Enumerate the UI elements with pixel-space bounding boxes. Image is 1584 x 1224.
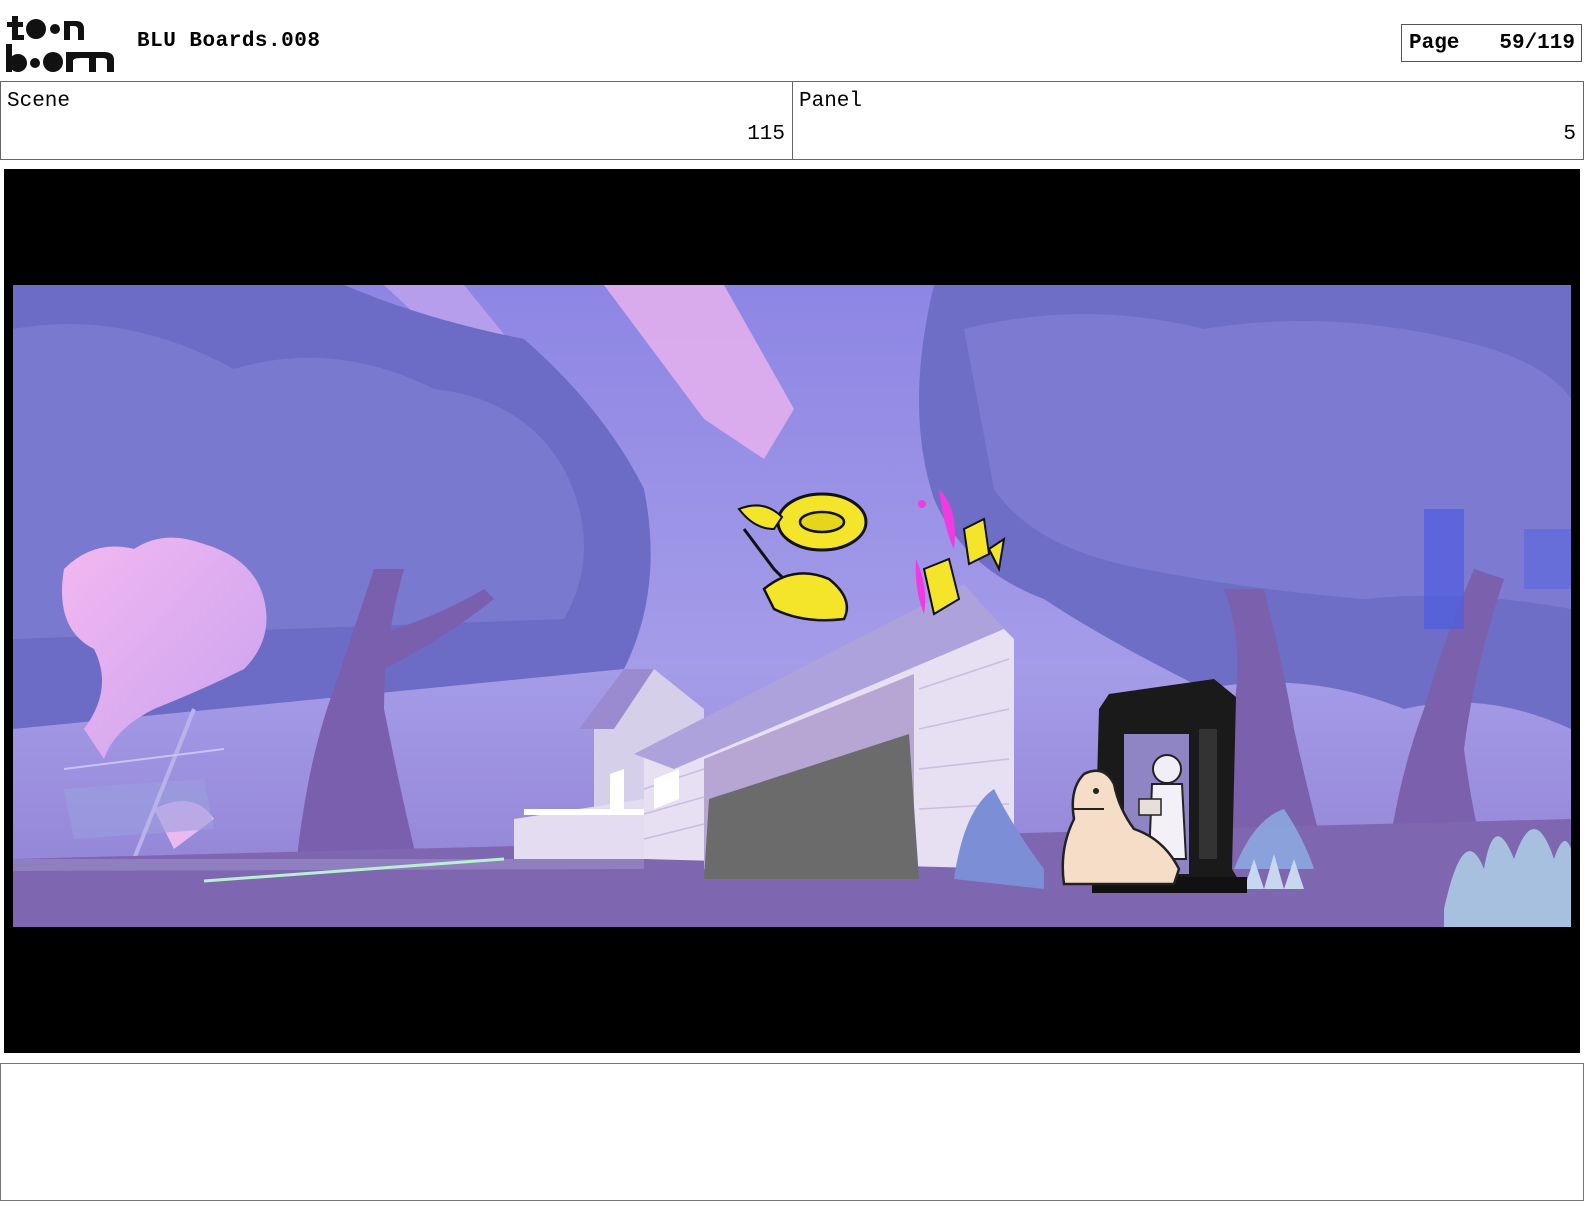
scene-panel-row: Scene 115 Panel 5 <box>0 81 1584 160</box>
toon-boom-logo <box>6 16 114 72</box>
page-indicator: Page 59/119 <box>1401 24 1582 62</box>
storyboard-frame <box>4 169 1580 1053</box>
panel-label: Panel <box>799 90 863 113</box>
scene-number: 115 <box>747 123 785 146</box>
panel-number: 5 <box>1563 123 1576 146</box>
document-title: BLU Boards.008 <box>137 30 321 53</box>
scene-label: Scene <box>7 90 71 113</box>
panel-cell: Panel 5 <box>793 82 1583 159</box>
scene-cell: Scene 115 <box>1 82 793 159</box>
notes-box <box>0 1063 1584 1201</box>
storyboard-artwork <box>13 285 1571 927</box>
page-number: 59/119 <box>1499 31 1575 55</box>
page-label: Page <box>1409 31 1460 55</box>
